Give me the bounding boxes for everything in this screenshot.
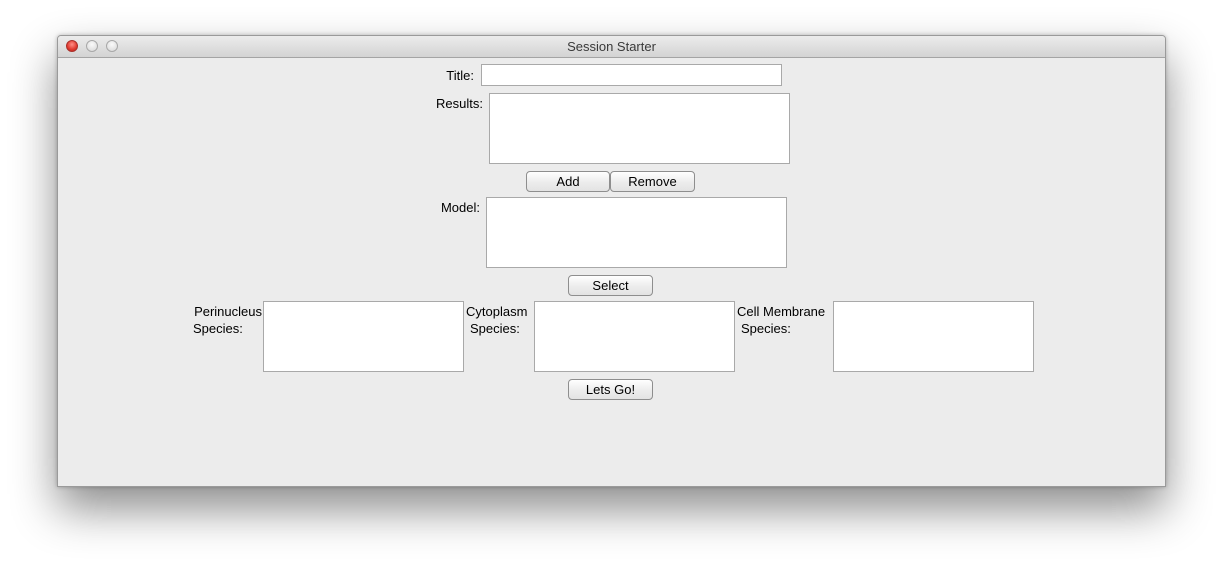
perinucleus-species-textarea[interactable] bbox=[263, 301, 464, 372]
perinucleus-label: Perinucleus bbox=[180, 303, 262, 320]
title-input[interactable] bbox=[481, 64, 782, 86]
results-label: Results: bbox=[436, 96, 483, 111]
select-button[interactable]: Select bbox=[568, 275, 653, 296]
window-title: Session Starter bbox=[567, 39, 656, 54]
cytoplasm-species-textarea[interactable] bbox=[534, 301, 735, 372]
perinucleus-label-line2: Species: bbox=[193, 321, 243, 336]
lets-go-button[interactable]: Lets Go! bbox=[568, 379, 653, 400]
remove-button[interactable]: Remove bbox=[610, 171, 695, 192]
cell-membrane-species-textarea[interactable] bbox=[833, 301, 1034, 372]
session-starter-window: Session Starter Title: Results: Add Remo… bbox=[57, 35, 1166, 487]
cell-membrane-label-line2: Species: bbox=[741, 321, 791, 336]
results-textarea[interactable] bbox=[489, 93, 790, 164]
cell-membrane-label-line1: Cell Membrane bbox=[737, 304, 826, 319]
add-button[interactable]: Add bbox=[526, 171, 610, 192]
title-label: Title: bbox=[446, 68, 474, 83]
cytoplasm-label-line1: Cytoplasm bbox=[466, 304, 528, 319]
perinucleus-label-line1: Perinucleus bbox=[194, 304, 262, 319]
cytoplasm-label-line2: Species: bbox=[470, 321, 520, 336]
model-textarea[interactable] bbox=[486, 197, 787, 268]
title-bar[interactable]: Session Starter bbox=[58, 36, 1165, 58]
model-label: Model: bbox=[440, 200, 480, 215]
